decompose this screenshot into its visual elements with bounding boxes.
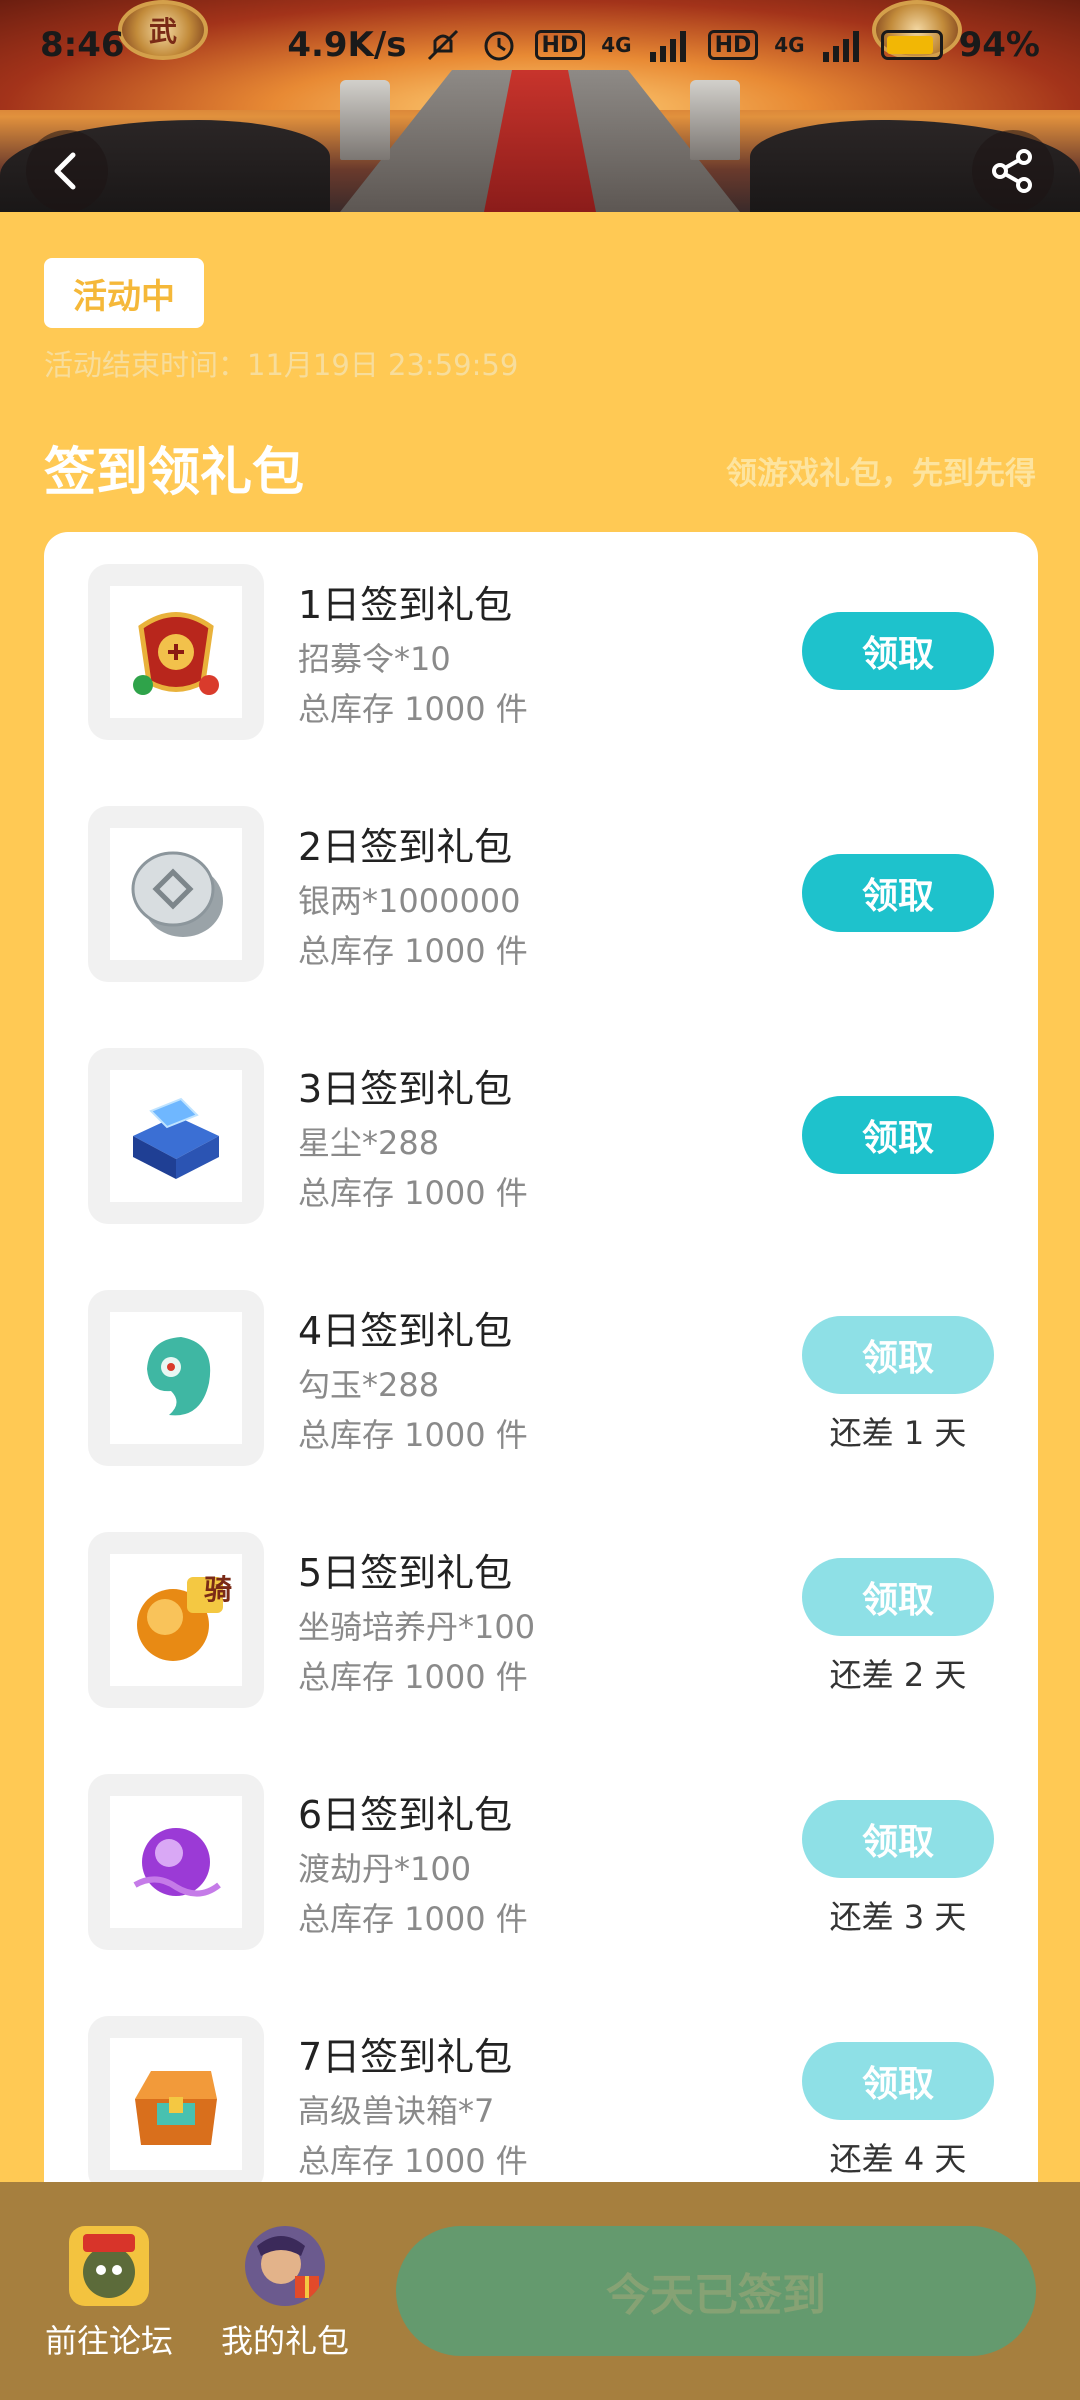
- gift-item: 高级兽诀箱*7: [298, 2092, 495, 2130]
- activity-end-time: 活动结束时间：11月19日 23:59:59: [44, 348, 519, 382]
- gift-title: 4日签到礼包: [298, 1309, 513, 1353]
- gift-item: 坐骑培养丹*100: [298, 1608, 536, 1646]
- status-right-group: 4.9K/s HD 4G HD 4G 94%: [287, 25, 1040, 65]
- gift-thumbnail: [88, 2016, 264, 2192]
- forum-link[interactable]: 前往论坛: [34, 2226, 184, 2362]
- days-remaining: 还差 3 天: [829, 1898, 967, 1936]
- gift-title: 3日签到礼包: [298, 1067, 513, 1111]
- gift-row-day-7: 7日签到礼包 高级兽诀箱*7 总库存 1000 件 领取 还差 4 天: [44, 2016, 1038, 2196]
- gift-thumbnail: [88, 806, 264, 982]
- network-speed: 4.9K/s: [287, 25, 407, 65]
- claim-button-day-4[interactable]: 领取: [802, 1316, 994, 1394]
- hd-badge-2: HD: [707, 30, 759, 60]
- battery-icon: [880, 30, 943, 60]
- share-button[interactable]: [972, 130, 1054, 212]
- gift-row-day-5: 骑 5日签到礼包 坐骑培养丹*100 总库存 1000 件 领取 还差 2 天: [44, 1532, 1038, 1712]
- banner-lamp-right: [690, 80, 740, 160]
- forum-label: 前往论坛: [44, 2322, 173, 2360]
- days-remaining: 还差 2 天: [829, 1656, 967, 1694]
- claim-button-day-2[interactable]: 领取: [802, 854, 994, 932]
- battery-fill: [886, 36, 934, 54]
- gift-item: 星尘*288: [298, 1124, 440, 1162]
- days-remaining: 还差 4 天: [829, 2140, 967, 2178]
- alarm-icon: [484, 31, 514, 61]
- gift-item: 渡劫丹*100: [298, 1850, 472, 1888]
- gift-stock: 总库存 1000 件: [298, 1416, 528, 1454]
- claim-button-day-7[interactable]: 领取: [802, 2042, 994, 2120]
- gift-item: 招募令*10: [298, 640, 451, 678]
- activity-status-badge: 活动中: [44, 258, 204, 328]
- forum-icon: [69, 2226, 149, 2306]
- bottom-bar: 前往论坛 我的礼包 今天已签到: [0, 2182, 1080, 2400]
- gift-row-day-6: 6日签到礼包 渡劫丹*100 总库存 1000 件 领取 还差 3 天: [44, 1774, 1038, 1954]
- gift-title: 1日签到礼包: [298, 583, 513, 627]
- network-type-1: 4G: [601, 33, 632, 57]
- gift-stock: 总库存 1000 件: [298, 1174, 528, 1212]
- back-arrow-icon: [54, 152, 76, 190]
- network-type-2: 4G: [774, 33, 805, 57]
- my-gifts-label: 我的礼包: [220, 2322, 349, 2360]
- gift-row-day-2: 2日签到礼包 银两*1000000 总库存 1000 件 领取: [44, 806, 1038, 986]
- gift-row-day-4: 4日签到礼包 勾玉*288 总库存 1000 件 领取 还差 1 天: [44, 1290, 1038, 1470]
- gift-title: 5日签到礼包: [298, 1551, 513, 1595]
- gift-item: 银两*1000000: [298, 882, 521, 920]
- back-button[interactable]: [26, 130, 108, 212]
- my-gifts-icon: [245, 2226, 325, 2306]
- section-subtitle: 领游戏礼包，先到先得: [726, 456, 1036, 492]
- magatama-icon: [147, 1337, 211, 1416]
- beast-chest-icon: [135, 2071, 217, 2145]
- gift-row-day-3: 3日签到礼包 星尘*288 总库存 1000 件 领取: [44, 1048, 1038, 1228]
- signal-icon-2: [822, 31, 859, 62]
- claim-button-day-3[interactable]: 领取: [802, 1096, 994, 1174]
- gift-list-card: 1日签到礼包 招募令*10 总库存 1000 件 领取 2日签到礼包 银两*10…: [44, 532, 1038, 2400]
- section-title: 签到领礼包: [44, 443, 305, 503]
- stardust-chest-icon: [133, 1097, 219, 1179]
- gift-thumbnail: [88, 1290, 264, 1466]
- gift-thumbnail: [88, 1048, 264, 1224]
- gift-title: 2日签到礼包: [298, 825, 513, 869]
- battery-percent: 94%: [958, 25, 1040, 65]
- gift-stock: 总库存 1000 件: [298, 932, 528, 970]
- status-bar: 8:46 4.9K/s HD 4G HD 4G 94%: [0, 0, 1080, 90]
- gift-stock: 总库存 1000 件: [298, 690, 528, 728]
- status-time: 8:46: [40, 25, 125, 65]
- silver-coin-icon: [131, 851, 223, 937]
- gift-title: 6日签到礼包: [298, 1793, 513, 1837]
- mute-icon: [427, 29, 458, 61]
- banner-lamp-left: [340, 80, 390, 160]
- gift-title: 7日签到礼包: [298, 2035, 513, 2079]
- days-remaining: 还差 1 天: [829, 1414, 967, 1452]
- gift-stock: 总库存 1000 件: [298, 1900, 528, 1938]
- mount-badge-glyph: 骑: [203, 1573, 232, 1606]
- gift-thumbnail: [88, 564, 264, 740]
- recruit-token-icon: [133, 612, 219, 695]
- my-gifts-link[interactable]: 我的礼包: [210, 2226, 360, 2362]
- gift-row-day-1: 1日签到礼包 招募令*10 总库存 1000 件 领取: [44, 564, 1038, 744]
- claim-button-day-1[interactable]: 领取: [802, 612, 994, 690]
- gift-thumbnail: 骑: [88, 1532, 264, 1708]
- hd-badge-1: HD: [534, 30, 586, 60]
- tribulation-pill-icon: [133, 1828, 221, 1897]
- share-icon: [992, 149, 1032, 193]
- claim-button-day-5[interactable]: 领取: [802, 1558, 994, 1636]
- gift-thumbnail: [88, 1774, 264, 1950]
- signal-icon-1: [649, 31, 686, 62]
- claim-button-day-6[interactable]: 领取: [802, 1800, 994, 1878]
- gift-stock: 总库存 1000 件: [298, 2142, 528, 2180]
- gift-stock: 总库存 1000 件: [298, 1658, 528, 1696]
- signed-in-today-button[interactable]: 今天已签到: [396, 2226, 1036, 2356]
- gift-item: 勾玉*288: [298, 1366, 440, 1404]
